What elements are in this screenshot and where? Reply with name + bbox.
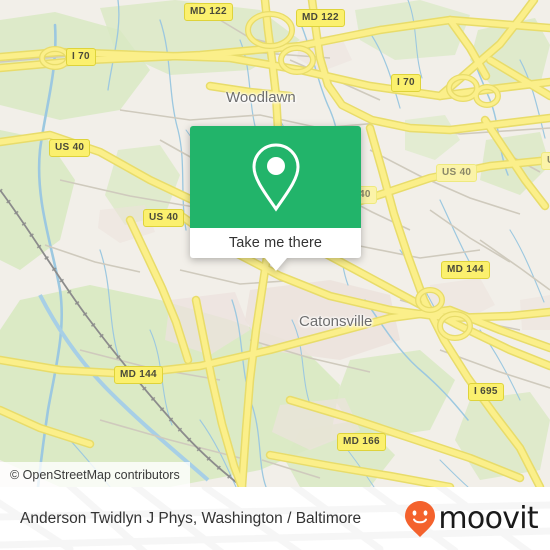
- road-shield: US 40: [49, 139, 91, 157]
- road-shield: US: [541, 152, 550, 170]
- place-label: Woodlawn: [226, 89, 296, 106]
- moovit-wordmark: moovit: [438, 500, 538, 536]
- location-title: Anderson Twidlyn J Phys, Washington / Ba…: [20, 509, 362, 527]
- take-me-there-label: Take me there: [228, 235, 323, 251]
- road-shield: I 70: [66, 48, 96, 66]
- moovit-smiley-pin-icon: [405, 500, 436, 537]
- road-shield: I 70: [391, 74, 421, 92]
- callout-pointer: [264, 258, 287, 271]
- road-shield: MD 122: [296, 9, 345, 27]
- map-screen: Woodlawn Catonsville MD 122 MD 122 I 70 I 70…: [0, 0, 550, 550]
- road-shield: US 40: [436, 164, 478, 182]
- road-shield: I 695: [468, 383, 504, 401]
- place-label: Catonsville: [299, 313, 373, 330]
- location-callout-card[interactable]: Take me there: [190, 126, 361, 271]
- callout-header: [190, 126, 361, 228]
- road-shield: US 40: [143, 209, 185, 227]
- road-shield: MD 122: [184, 3, 233, 21]
- map-attribution-bar: © OpenStreetMap contributors: [0, 462, 190, 487]
- road-shield: MD 144: [114, 366, 163, 384]
- callout-footer[interactable]: Take me there: [190, 228, 361, 271]
- footer-bar: Anderson Twidlyn J Phys, Washington / Ba…: [0, 487, 550, 550]
- road-shield: MD 144: [441, 261, 490, 279]
- road-shield: MD 166: [337, 433, 386, 451]
- map-canvas[interactable]: Woodlawn Catonsville MD 122 MD 122 I 70 I 70…: [0, 0, 550, 487]
- attribution-text[interactable]: © OpenStreetMap contributors: [10, 468, 180, 482]
- location-pin-icon: [251, 143, 300, 212]
- moovit-brand-logo[interactable]: moovit: [403, 500, 539, 538]
